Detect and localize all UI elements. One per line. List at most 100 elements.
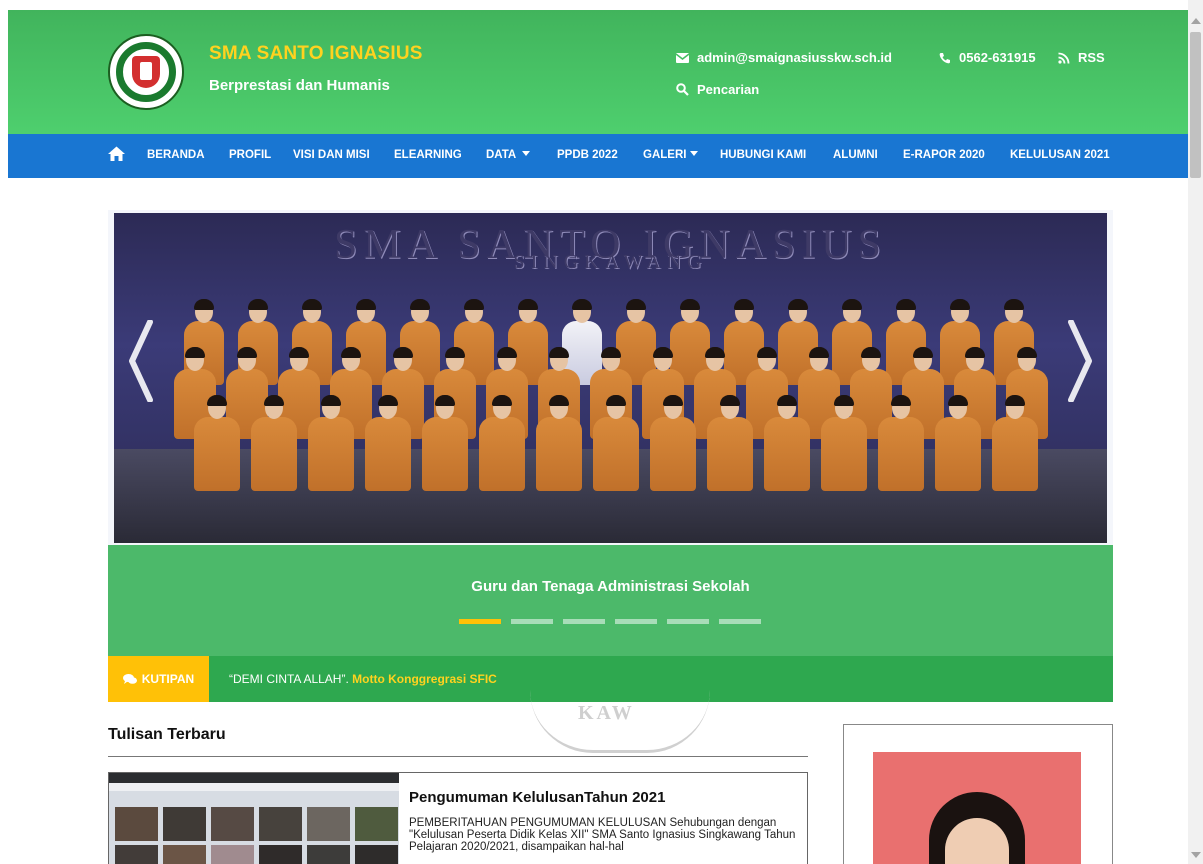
photo-person-head xyxy=(777,395,797,419)
latest-posts-heading: Tulisan Terbaru xyxy=(108,726,226,743)
page: SMA SANTO IGNASIUS Berprestasi dan Human… xyxy=(0,0,1188,864)
envelope-icon xyxy=(676,52,689,63)
thumbnail-browser-bar xyxy=(109,773,399,783)
photo-person-head xyxy=(861,347,881,371)
photo-person-head xyxy=(518,299,538,323)
photo-person-head xyxy=(1005,395,1025,419)
photo-subheading: SINGKAWANG xyxy=(513,251,708,273)
video-tile xyxy=(211,845,254,864)
nav-item-kelulusan-2021[interactable]: KELULUSAN 2021 xyxy=(1010,149,1110,161)
school-logo[interactable] xyxy=(108,34,184,110)
logo-emblem xyxy=(132,56,160,88)
slide-indicator[interactable] xyxy=(719,619,761,624)
photo-person-head xyxy=(891,395,911,419)
photo-person-head xyxy=(302,299,322,323)
photo-person xyxy=(878,395,924,491)
scroll-up-arrow-icon[interactable] xyxy=(1191,18,1201,24)
photo-person xyxy=(650,395,696,491)
nav-item-data[interactable]: DATA xyxy=(486,149,531,161)
photo-person-head xyxy=(289,347,309,371)
photo-person xyxy=(308,395,354,491)
nav-item-visi-dan-misi[interactable]: VISI DAN MISI xyxy=(293,149,370,161)
phone-icon xyxy=(939,52,950,63)
slide-caption: Guru dan Tenaga Administrasi Sekolah xyxy=(471,578,750,595)
photo-person-head xyxy=(720,395,740,419)
principal-photo xyxy=(873,752,1081,864)
video-tile xyxy=(259,807,302,841)
chevron-left-icon[interactable] xyxy=(126,320,154,402)
slide-indicators xyxy=(459,619,761,624)
nav-item-beranda[interactable]: BERANDA xyxy=(147,149,205,161)
comments-icon xyxy=(122,673,137,684)
home-icon[interactable] xyxy=(108,146,125,161)
nav-item-profil[interactable]: PROFIL xyxy=(229,149,271,161)
scrollbar-thumb[interactable] xyxy=(1190,32,1201,178)
scroll-down-arrow-icon[interactable] xyxy=(1191,852,1201,858)
slide-indicator[interactable] xyxy=(459,619,501,624)
photo-person-head xyxy=(950,299,970,323)
photo-person xyxy=(365,395,411,491)
rss-icon xyxy=(1058,52,1070,64)
contact-phone[interactable]: 0562-631915 xyxy=(939,50,1036,65)
photo-person-head xyxy=(356,299,376,323)
nav-item-elearning[interactable]: ELEARNING xyxy=(394,149,462,161)
principal-widget xyxy=(843,724,1113,864)
photo-person xyxy=(479,395,525,491)
photo-person-head xyxy=(207,395,227,419)
photo-person xyxy=(764,395,810,491)
contact-email[interactable]: admin@smaignasiusskw.sch.id xyxy=(676,50,892,65)
post-card[interactable]: Pengumuman KelulusanTahun 2021 PEMBERITA… xyxy=(108,772,808,864)
photo-person-head xyxy=(378,395,398,419)
video-tile xyxy=(211,807,254,841)
photo-person-head xyxy=(194,299,214,323)
nav-item-ppdb-2022[interactable]: PPDB 2022 xyxy=(557,149,618,161)
nav-item-alumni[interactable]: ALUMNI xyxy=(833,149,878,161)
photo-person xyxy=(422,395,468,491)
photo-person xyxy=(593,395,639,491)
photo-person-head xyxy=(393,347,413,371)
photo-person-head xyxy=(410,299,430,323)
photo-person xyxy=(935,395,981,491)
photo-person-head xyxy=(663,395,683,419)
photo-person-head xyxy=(1004,299,1024,323)
nav-item-data-label: DATA xyxy=(486,149,517,161)
chevron-right-icon[interactable] xyxy=(1067,320,1095,402)
contact-email-text: admin@smaignasiusskw.sch.id xyxy=(697,50,892,65)
photo-person xyxy=(536,395,582,491)
slide-indicator[interactable] xyxy=(511,619,553,624)
post-excerpt: PEMBERITAHUAN PENGUMUMAN KELULUSAN Sehub… xyxy=(409,817,796,853)
photo-person-head xyxy=(1017,347,1037,371)
photo-person-head xyxy=(549,395,569,419)
post-title[interactable]: Pengumuman KelulusanTahun 2021 xyxy=(409,789,665,806)
site-tagline: Berprestasi dan Humanis xyxy=(209,77,390,94)
photo-person-head xyxy=(601,347,621,371)
slide-photo: SMA SANTO IGNASIUS SINGKAWANG xyxy=(114,213,1107,543)
page-scrollbar[interactable] xyxy=(1188,0,1203,864)
photo-person-head xyxy=(321,395,341,419)
quote-author: Motto Konggregrasi SFIC xyxy=(352,672,497,686)
photo-person xyxy=(194,395,240,491)
nav-item-hubungi-kami[interactable]: HUBUNGI KAMI xyxy=(720,149,806,161)
post-thumbnail[interactable] xyxy=(109,773,399,864)
rss-link[interactable]: RSS xyxy=(1058,50,1105,65)
video-tile xyxy=(355,807,398,841)
video-tile xyxy=(259,845,302,864)
rss-label: RSS xyxy=(1078,50,1105,65)
photo-person-head xyxy=(445,347,465,371)
quote-text: “DEMI CINTA ALLAH”. Motto Konggregrasi S… xyxy=(229,672,497,686)
slide-indicator[interactable] xyxy=(563,619,605,624)
hero-slider[interactable]: SMA SANTO IGNASIUS SINGKAWANG Guru dan T… xyxy=(108,210,1113,656)
slide-indicator[interactable] xyxy=(667,619,709,624)
slide-indicator[interactable] xyxy=(615,619,657,624)
photo-person-head xyxy=(492,395,512,419)
photo-person-head xyxy=(842,299,862,323)
search-icon xyxy=(676,83,689,96)
photo-person-head xyxy=(705,347,725,371)
photo-person-head xyxy=(734,299,754,323)
photo-person-head xyxy=(626,299,646,323)
search-link[interactable]: Pencarian xyxy=(676,82,759,97)
watermark-text: KAW xyxy=(578,702,635,724)
nav-item-e-rapor-2020[interactable]: E-RAPOR 2020 xyxy=(903,149,985,161)
site-title[interactable]: SMA SANTO IGNASIUS xyxy=(209,43,423,65)
nav-item-galeri[interactable]: GALERI xyxy=(643,149,699,161)
